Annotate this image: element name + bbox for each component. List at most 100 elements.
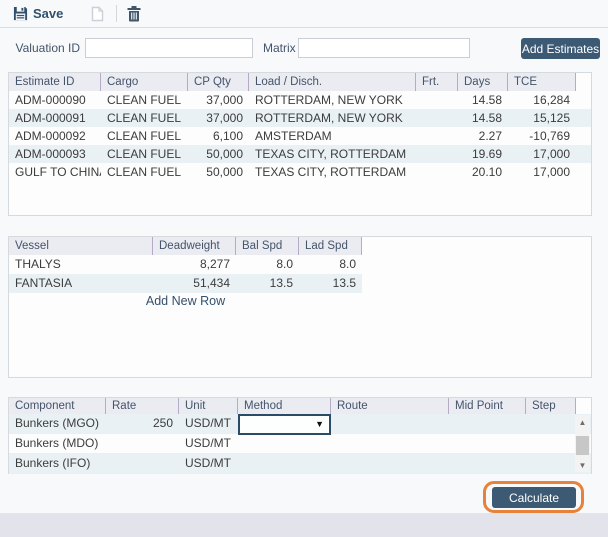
matrix-label: Matrix	[263, 38, 295, 58]
estimates-panel: Estimate ID Cargo CP Qty Load / Disch. F…	[8, 72, 592, 216]
vessels-panel: Vessel Deadweight Bal Spd Lad Spd THALYS…	[8, 236, 592, 378]
toolbar-divider	[116, 5, 117, 22]
add-estimates-button[interactable]: Add Estimates	[521, 38, 600, 59]
components-panel: Component Rate Unit Method Route Mid Poi…	[8, 397, 592, 474]
document-icon	[91, 6, 104, 22]
table-row[interactable]: ADM-000091 CLEAN FUEL 37,000 ROTTERDAM, …	[9, 109, 591, 127]
mid-point-cell	[449, 414, 526, 433]
column-header[interactable]: Load / Disch.	[249, 73, 416, 91]
scroll-up-arrow-icon[interactable]: ▲	[575, 415, 590, 429]
frt-cell	[416, 109, 458, 127]
calculate-button[interactable]: Calculate	[492, 487, 576, 508]
table-row[interactable]: THALYS 8,277 8.0 8.0	[9, 255, 362, 274]
trash-icon	[127, 6, 141, 22]
column-header[interactable]: Rate	[106, 398, 179, 414]
method-dropdown[interactable]: ▼	[238, 414, 331, 435]
method-cell	[238, 454, 331, 473]
step-cell	[526, 414, 576, 433]
unit-cell: USD/MT	[179, 454, 238, 473]
table-row[interactable]: ADM-000090 CLEAN FUEL 37,000 ROTTERDAM, …	[9, 91, 591, 109]
valuation-id-input[interactable]	[85, 38, 253, 58]
save-floppy-icon	[13, 6, 28, 21]
column-header[interactable]: Method	[238, 398, 331, 414]
unit-cell: USD/MT	[179, 414, 238, 433]
table-row[interactable]: Bunkers (IFO) USD/MT	[9, 454, 591, 474]
column-header[interactable]: TCE	[508, 73, 576, 91]
estimate-id-cell: ADM-000093	[9, 145, 101, 163]
route-cell	[331, 454, 449, 473]
estimate-id-cell: ADM-000091	[9, 109, 101, 127]
column-header[interactable]: Mid Point	[449, 398, 526, 414]
days-cell: 14.58	[458, 91, 508, 109]
matrix-input[interactable]	[298, 38, 470, 58]
copy-document-button[interactable]	[91, 6, 104, 22]
row-filler	[576, 145, 591, 163]
table-row[interactable]: Bunkers (MGO) 250 USD/MT ▼	[9, 414, 591, 434]
column-header[interactable]: Days	[458, 73, 508, 91]
bal-spd-cell: 13.5	[236, 274, 299, 293]
deadweight-cell: 8,277	[153, 255, 236, 274]
table-row[interactable]: FANTASIA 51,434 13.5 13.5	[9, 274, 362, 293]
row-filler	[576, 127, 591, 145]
column-header[interactable]: Component	[9, 398, 106, 414]
components-header-row: Component Rate Unit Method Route Mid Poi…	[9, 398, 591, 414]
cargo-cell: CLEAN FUEL	[101, 127, 188, 145]
cp-qty-cell: 6,100	[188, 127, 249, 145]
days-cell: 19.69	[458, 145, 508, 163]
column-header[interactable]: Step	[526, 398, 576, 414]
component-cell: Bunkers (MGO)	[9, 414, 106, 433]
vertical-scrollbar[interactable]: ▲ ▼	[575, 415, 590, 472]
load-disch-cell: ROTTERDAM, NEW YORK	[249, 91, 416, 109]
column-header[interactable]: Deadweight	[153, 237, 236, 255]
row-filler	[576, 109, 591, 127]
column-header[interactable]: Estimate ID	[9, 73, 101, 91]
days-cell: 20.10	[458, 163, 508, 181]
route-cell	[331, 434, 449, 453]
load-disch-cell: TEXAS CITY, ROTTERDAM	[249, 145, 416, 163]
days-cell: 14.58	[458, 109, 508, 127]
deadweight-cell: 51,434	[153, 274, 236, 293]
column-header[interactable]: Frt.	[416, 73, 458, 91]
column-header[interactable]: Cargo	[101, 73, 188, 91]
tce-cell: 16,284	[508, 91, 576, 109]
mid-point-cell	[449, 454, 526, 473]
table-row[interactable]: Bunkers (MDO) USD/MT	[9, 434, 591, 454]
scrollbar-thumb[interactable]	[576, 436, 589, 455]
header-filler	[576, 73, 591, 91]
scroll-down-arrow-icon[interactable]: ▼	[575, 458, 590, 472]
column-header[interactable]: Lad Spd	[299, 237, 362, 255]
cargo-cell: CLEAN FUEL	[101, 163, 188, 181]
cp-qty-cell: 37,000	[188, 91, 249, 109]
row-filler	[576, 91, 591, 109]
vessel-name-cell: THALYS	[9, 255, 153, 274]
load-disch-cell: TEXAS CITY, ROTTERDAM	[249, 163, 416, 181]
column-header[interactable]: Vessel	[9, 237, 153, 255]
column-header[interactable]: Unit	[179, 398, 238, 414]
add-new-row-link[interactable]: Add New Row	[9, 293, 362, 310]
cp-qty-cell: 50,000	[188, 163, 249, 181]
cargo-cell: CLEAN FUEL	[101, 109, 188, 127]
frt-cell	[416, 91, 458, 109]
column-header[interactable]: CP Qty	[188, 73, 249, 91]
toolbar: Save	[0, 0, 608, 28]
frt-cell	[416, 145, 458, 163]
valuation-id-label: Valuation ID	[0, 38, 80, 58]
cargo-cell: CLEAN FUEL	[101, 145, 188, 163]
unit-cell: USD/MT	[179, 434, 238, 453]
load-disch-cell: ROTTERDAM, NEW YORK	[249, 109, 416, 127]
chevron-down-icon: ▼	[315, 420, 324, 429]
table-row[interactable]: ADM-000093 CLEAN FUEL 50,000 TEXAS CITY,…	[9, 145, 591, 163]
estimate-id-cell: GULF TO CHINA	[9, 163, 101, 181]
table-row[interactable]: GULF TO CHINA CLEAN FUEL 50,000 TEXAS CI…	[9, 163, 591, 181]
save-button[interactable]: Save	[13, 6, 63, 21]
tce-cell: 17,000	[508, 163, 576, 181]
header-filler	[576, 398, 591, 414]
lad-spd-cell: 13.5	[299, 274, 362, 293]
frt-cell	[416, 127, 458, 145]
column-header[interactable]: Bal Spd	[236, 237, 299, 255]
estimates-header-row: Estimate ID Cargo CP Qty Load / Disch. F…	[9, 73, 591, 91]
column-header[interactable]: Route	[331, 398, 449, 414]
delete-button[interactable]	[127, 6, 141, 22]
mid-point-cell	[449, 434, 526, 453]
table-row[interactable]: ADM-000092 CLEAN FUEL 6,100 AMSTERDAM 2.…	[9, 127, 591, 145]
